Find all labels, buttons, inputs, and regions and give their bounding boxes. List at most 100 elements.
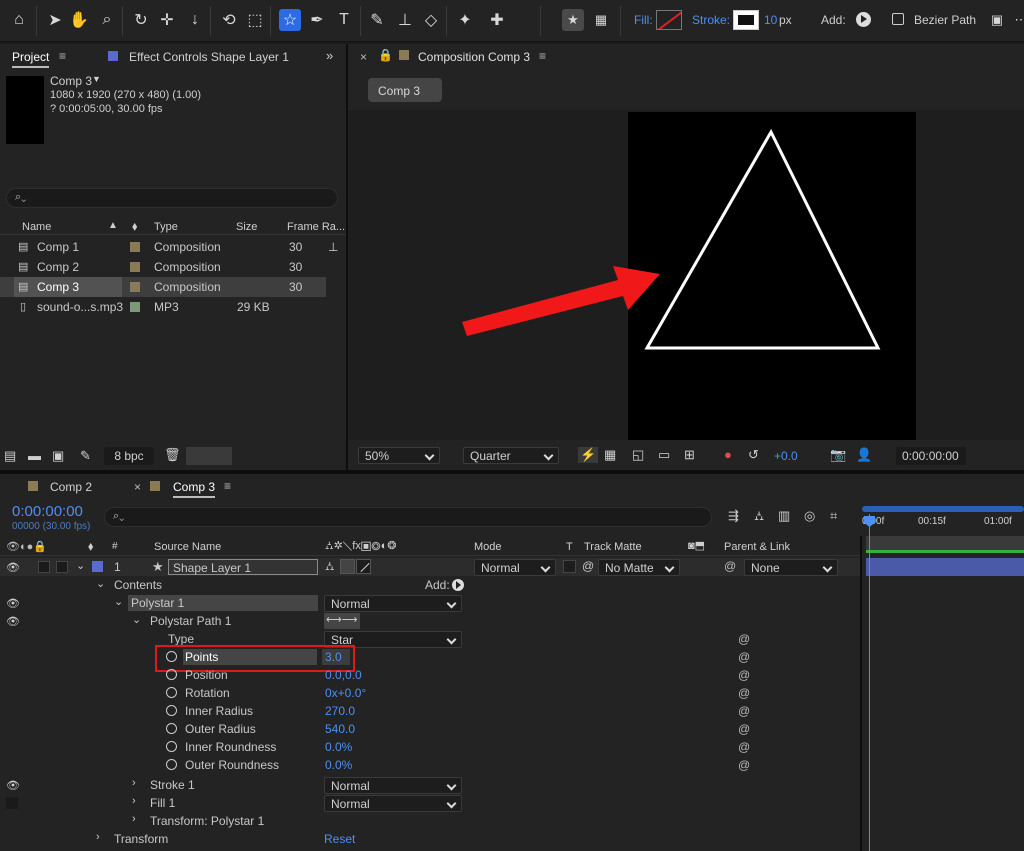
polystar-mode-dropdown[interactable]: Normal [324,595,462,612]
region-icon[interactable]: ⬚ [244,9,266,31]
col-mode[interactable]: Mode [474,541,502,553]
expand-chevron-icon[interactable]: ⌄ [76,559,85,572]
pickwhip-icon[interactable]: @ [738,722,750,736]
rotate-icon[interactable]: ⟲ [218,9,240,31]
project-row[interactable]: ▯ sound-o...s.mp3 MP3 29 KB [0,297,326,317]
quality-switch[interactable] [356,559,371,574]
panel-menu-icon[interactable]: ≡ [224,479,231,493]
prop-row[interactable]: Inner Roundness 0.0% @ [0,738,860,756]
orbit-icon[interactable]: ↻ [130,9,152,31]
folder-icon[interactable]: ▬ [28,448,41,463]
mask-toggle-icon[interactable]: ▦ [590,9,612,31]
col-size[interactable]: Size [236,221,257,233]
stopwatch-icon[interactable] [166,669,177,680]
collapse-chevron-icon[interactable]: › [132,813,136,825]
stroke-width[interactable]: 10 [764,13,777,27]
tab-comp2[interactable]: Comp 2 [50,480,92,494]
expand-chevron-icon[interactable]: ⌄ [96,577,105,590]
guides-icon[interactable]: ⊞ [684,447,695,463]
prop-row[interactable]: Rotation 0x+0.0° @ [0,684,860,702]
prop-rotation-value[interactable]: 0x+0.0° [325,686,366,700]
close-tab-icon[interactable]: × [134,480,141,494]
mask-visibility-icon[interactable]: ◱ [632,447,644,463]
stopwatch-icon[interactable] [166,741,177,752]
interpret-footage-icon[interactable]: ▤ [4,448,16,464]
bezier-checkbox[interactable] [892,13,904,25]
eye-icon[interactable]: 👁 [6,779,20,792]
prop-inner-radius-value[interactable]: 270.0 [325,704,355,718]
tab-project[interactable]: Project [12,50,50,68]
transparency-grid-icon[interactable]: ▦ [604,447,616,463]
col-framerate[interactable]: Frame Ra... [287,221,345,233]
eye-icon[interactable]: 👁 [6,561,20,574]
project-row-selected[interactable]: ▤ Comp 3 Composition 30 [0,277,326,297]
fill-row[interactable]: › Fill 1 Normal [0,794,860,812]
prop-outer-radius-value[interactable]: 540.0 [325,722,355,736]
pickwhip-icon[interactable]: @ [738,740,750,754]
pan-behind-icon[interactable]: ✛ [156,9,178,31]
shy-switch-icon[interactable]: ⛼ [325,559,334,575]
panel-menu-icon[interactable]: ≡ [59,49,66,63]
layer-mode-dropdown[interactable]: Normal [474,559,556,576]
collapse-chevron-icon[interactable]: › [96,831,100,843]
tab-effect-controls[interactable]: Effect Controls Shape Layer 1 [129,50,289,64]
track-matte-pickwhip-icon[interactable]: @ [582,559,594,573]
stroke-row[interactable]: 👁 › Stroke 1 Normal [0,776,860,794]
prop-outer-roundness-value[interactable]: 0.0% [325,758,352,772]
prop-row[interactable]: Inner Radius 270.0 @ [0,702,860,720]
tab-composition[interactable]: Composition Comp 3 [418,50,530,64]
add-play-icon[interactable] [452,579,464,591]
track-matte-dropdown[interactable]: No Matte [598,559,680,576]
tab-comp3[interactable]: Comp 3 [173,480,216,498]
add-play-icon[interactable] [856,12,871,27]
layer-label-swatch[interactable] [92,561,103,572]
pickwhip-icon[interactable]: @ [738,758,750,772]
pickwhip-icon[interactable]: @ [738,632,750,646]
comp-dropdown-icon[interactable]: ▼ [92,74,101,84]
prop-position-value[interactable]: 0.0,0.0 [325,668,362,682]
reset-exposure-icon[interactable]: ↺ [748,447,759,463]
transform-row[interactable]: › Transform Reset [0,830,860,848]
stopwatch-icon[interactable] [166,687,177,698]
time-ruler[interactable]: 0:00f 00:15f 01:00f [862,506,1024,538]
prop-row[interactable]: Points 3.0 @ [0,648,860,666]
prop-inner-roundness-value[interactable]: 0.0% [325,740,352,754]
parent-pickwhip-icon[interactable]: @ [724,559,736,573]
pen-icon[interactable]: ✒ [306,9,328,31]
quality-switch[interactable] [340,559,355,574]
stopwatch-icon[interactable] [166,759,177,770]
puppet-icon[interactable]: ✚ [486,9,508,31]
col-name[interactable]: Name [22,221,51,233]
flowchart-settings-icon[interactable]: ✎ [80,448,91,464]
eye-icon[interactable]: 👁 [6,597,20,610]
parent-dropdown[interactable]: None [744,559,838,576]
motion-blur-icon[interactable]: ◎ [804,508,815,524]
polystar-name[interactable]: Polystar 1 [128,595,318,611]
star-shape-icon[interactable]: ★ [562,9,584,31]
fill-swatch[interactable] [656,10,682,30]
type-icon[interactable]: T [333,9,355,31]
pickwhip-icon[interactable]: @ [738,686,750,700]
panel-divider[interactable] [0,470,1024,474]
panel-divider[interactable] [346,44,348,470]
bpc-button[interactable]: 8 bpc [104,447,154,465]
col-source-name[interactable]: Source Name [154,541,221,553]
col-type[interactable]: Type [154,221,178,233]
flowchart-icon[interactable]: ⊥ [328,240,338,254]
col-track-matte[interactable]: Track Matte [584,541,642,553]
work-area-bar[interactable] [862,506,1024,512]
collapse-chevron-icon[interactable]: › [132,795,136,807]
new-comp-icon[interactable]: ▣ [52,448,64,464]
comp-breadcrumb[interactable]: Comp 3 [368,78,442,102]
brush-icon[interactable]: ✎ [366,9,388,31]
project-row[interactable]: ▤ Comp 1 Composition 30 [0,237,326,257]
fast-previews-icon[interactable]: ⚡ [578,447,599,463]
anchor-down-icon[interactable]: ↓ [184,9,206,31]
overflow-icon[interactable]: ⋯ [1010,9,1024,31]
zoom-icon[interactable]: ⌕ [96,9,118,31]
region-of-interest-icon[interactable]: ▭ [658,447,670,463]
close-tab-icon[interactable]: × [360,50,367,64]
prop-row[interactable]: Position 0.0,0.0 @ [0,666,860,684]
polystar-path-row[interactable]: 👁 ⌄ Polystar Path 1 ⟷⟶ [0,612,860,630]
stroke-mode-dropdown[interactable]: Normal [324,777,462,794]
